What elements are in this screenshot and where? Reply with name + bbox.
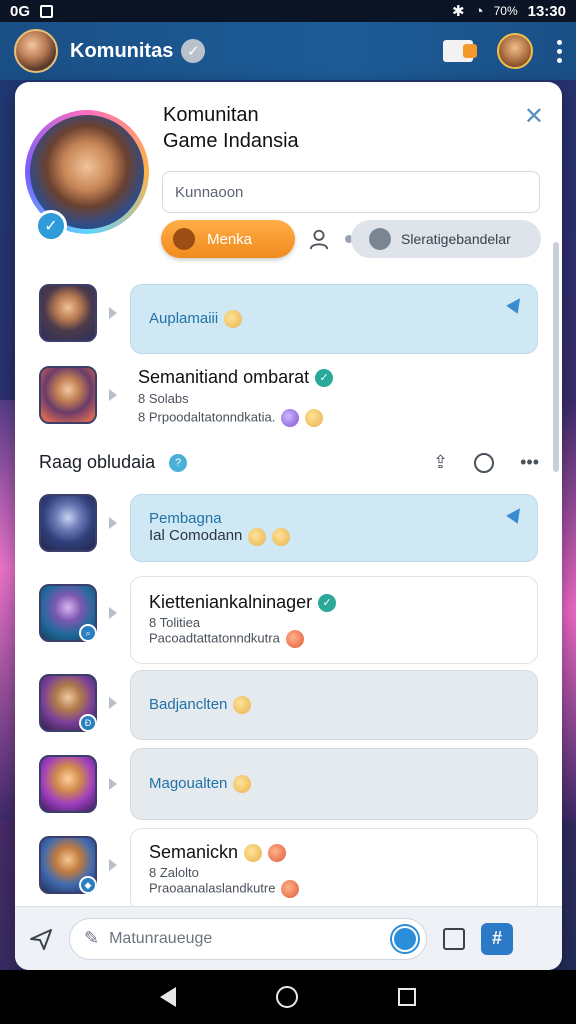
emoji-icon bbox=[281, 880, 300, 898]
message-placeholder: Matunraueuge bbox=[109, 929, 213, 947]
shop-icon[interactable] bbox=[443, 927, 465, 950]
caret-icon bbox=[109, 517, 117, 529]
post-sub2: 8 Prpoodaltatonndkatia. bbox=[138, 409, 324, 427]
hashtag-button[interactable]: # bbox=[481, 922, 513, 955]
member-avatar[interactable]: ⌕ bbox=[39, 584, 97, 642]
verified-icon: ✓ bbox=[318, 593, 337, 612]
post-sub2: Praoaanalaslandkutre bbox=[149, 880, 537, 898]
user-icon[interactable] bbox=[308, 228, 330, 250]
screenshot-icon bbox=[40, 4, 54, 18]
post-sub1: 8 Solabs bbox=[138, 391, 189, 406]
bluetooth-icon: ✱ bbox=[451, 3, 465, 20]
more-icon[interactable]: ••• bbox=[520, 452, 539, 473]
send-icon[interactable] bbox=[29, 927, 53, 951]
secondary-pill-label: Sleratigebandelar bbox=[401, 231, 511, 247]
emoji-icon bbox=[233, 775, 252, 794]
more-options-icon[interactable] bbox=[557, 39, 562, 63]
caret-icon bbox=[109, 389, 117, 401]
search-input[interactable]: Kunnaoon bbox=[162, 171, 540, 213]
verified-icon: ✓ bbox=[181, 39, 206, 63]
attach-icon[interactable]: ✎ bbox=[84, 928, 99, 949]
section-title: Raag obludaia bbox=[39, 452, 156, 472]
caret-icon bbox=[109, 307, 117, 319]
member-avatar[interactable] bbox=[39, 284, 97, 342]
sticker-icon[interactable] bbox=[392, 925, 418, 952]
post-sub2: Pacoadtattatonndkutra bbox=[149, 630, 537, 648]
verified-check-icon: ✓ bbox=[35, 210, 67, 242]
home-icon[interactable] bbox=[276, 986, 298, 1008]
message-text: Auplamaiii bbox=[149, 310, 537, 329]
emoji-icon bbox=[224, 310, 243, 329]
community-card: ✓ Komunitan Game Indansia ✕ Kunnaoon Men… bbox=[15, 82, 562, 970]
message-text: Magoualten bbox=[149, 775, 537, 794]
post-title[interactable]: Semanitiand ombarat ✓ bbox=[138, 367, 334, 388]
secondary-pill[interactable]: Sleratigebandelar bbox=[351, 220, 541, 258]
badge-icon: ◆ bbox=[79, 876, 97, 894]
message-line1: Pembagna bbox=[149, 510, 222, 528]
post-title: Semanickn bbox=[149, 842, 537, 863]
emoji-icon bbox=[233, 696, 252, 715]
pill-icon bbox=[369, 228, 391, 250]
message-bubble[interactable]: Badjanclten bbox=[130, 670, 538, 740]
post-card[interactable]: Kietteniankalninager ✓ 8 Tolitiea Pacoadt… bbox=[130, 576, 538, 664]
message-bubble[interactable]: Magoualten bbox=[130, 748, 538, 820]
status-bar: 0G ✱ ◔ 70% 13:30 bbox=[0, 0, 576, 22]
emoji-icon bbox=[244, 843, 263, 862]
emoji-icon bbox=[248, 527, 267, 546]
section-header: Raag obludaia ? ⇪ ••• bbox=[39, 452, 539, 473]
emoji-icon bbox=[281, 409, 300, 427]
message-bubble[interactable]: Auplamaiii bbox=[130, 284, 538, 354]
search-placeholder: Kunnaoon bbox=[175, 183, 244, 201]
status-left-text: 0G bbox=[10, 2, 31, 20]
message-input[interactable]: ✎ Matunraueuge bbox=[69, 917, 427, 960]
message-composer: ✎ Matunraueuge # bbox=[15, 906, 562, 970]
back-icon[interactable] bbox=[160, 987, 176, 1007]
emoji-icon bbox=[285, 630, 304, 648]
member-avatar[interactable] bbox=[39, 755, 97, 813]
group-title: Komunitan Game Indansia bbox=[163, 102, 463, 154]
verified-icon: ✓ bbox=[315, 368, 334, 387]
emoji-icon bbox=[268, 843, 287, 862]
emoji-icon bbox=[272, 527, 291, 546]
caret-icon bbox=[109, 697, 117, 709]
primary-button-label: Menka bbox=[207, 230, 253, 248]
scrollbar[interactable] bbox=[553, 242, 559, 472]
member-avatar[interactable] bbox=[39, 366, 97, 424]
background-character-right bbox=[560, 400, 576, 820]
member-avatar[interactable]: Ð bbox=[39, 674, 97, 732]
caret-icon bbox=[109, 859, 117, 871]
recent-apps-icon[interactable] bbox=[398, 988, 416, 1006]
group-title-line1: Komunitan bbox=[163, 104, 259, 126]
profile-icon[interactable] bbox=[497, 33, 533, 69]
pin-icon[interactable]: ⇪ bbox=[433, 452, 448, 473]
app-bar: Komunitas ✓ bbox=[0, 22, 576, 80]
hammer-icon bbox=[173, 228, 195, 250]
ticket-icon[interactable] bbox=[443, 40, 477, 62]
member-avatar[interactable]: ◆ bbox=[39, 836, 97, 894]
badge-icon: ⌕ bbox=[79, 624, 97, 642]
post-sub1: 8 Zalolto bbox=[149, 865, 199, 880]
caret-icon bbox=[109, 607, 117, 619]
post-sub1: 8 Tolitiea bbox=[149, 615, 201, 630]
emoji-icon bbox=[305, 409, 324, 427]
wifi-icon: ◔ bbox=[474, 2, 484, 20]
caret-icon bbox=[109, 778, 117, 790]
primary-button[interactable]: Menka bbox=[161, 220, 295, 258]
post-card[interactable]: Semanickn 8 Zalolto Praoaanalaslandkutre bbox=[130, 828, 538, 912]
refresh-icon[interactable] bbox=[474, 452, 495, 473]
badge-icon: Ð bbox=[79, 714, 97, 732]
battery-level: 70% bbox=[493, 4, 518, 18]
status-time: 13:30 bbox=[527, 2, 566, 20]
group-title-line2: Game Indansia bbox=[163, 130, 299, 152]
help-icon[interactable]: ? bbox=[169, 453, 188, 472]
member-avatar[interactable] bbox=[39, 494, 97, 552]
app-title: Komunitas bbox=[70, 39, 174, 62]
message-bubble[interactable]: Pembagna Ial Comodann bbox=[130, 494, 538, 562]
post-title: Kietteniankalninager ✓ bbox=[149, 592, 537, 613]
message-line2: Ial Comodann bbox=[149, 527, 537, 546]
close-icon[interactable]: ✕ bbox=[524, 102, 544, 131]
system-nav-bar bbox=[0, 970, 576, 1024]
message-text: Badjanclten bbox=[149, 696, 537, 715]
app-avatar[interactable] bbox=[14, 29, 58, 73]
